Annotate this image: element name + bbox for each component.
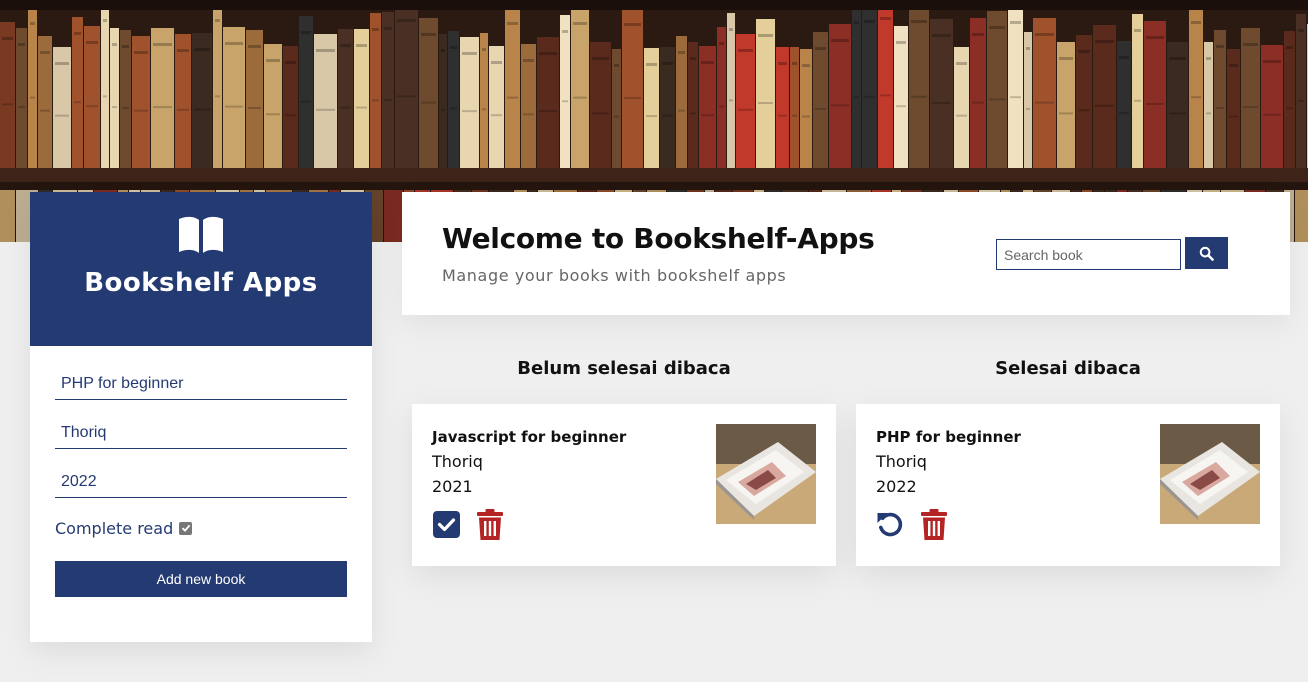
add-book-form: Complete read Add new book <box>30 346 372 597</box>
search-icon <box>1199 246 1214 261</box>
book-card: Javascript for beginner Thoriq 2021 <box>412 404 836 566</box>
search-input[interactable] <box>996 239 1181 270</box>
book-title: PHP for beginner <box>876 428 1021 446</box>
book-year: 2022 <box>876 477 917 496</box>
complete-read-checkbox[interactable] <box>179 521 193 535</box>
complete-read-row: Complete read <box>55 518 347 538</box>
book-title-input[interactable] <box>55 364 347 400</box>
trash-icon <box>477 508 503 540</box>
sidebar-header: Bookshelf Apps <box>30 192 372 346</box>
shelf-title-done: Selesai dibaca <box>995 358 1141 379</box>
mark-unread-button[interactable] <box>876 508 904 540</box>
shelf-title-unread: Belum selesai dibaca <box>517 358 731 379</box>
undo-icon <box>877 512 903 537</box>
book-year-input[interactable] <box>55 462 347 498</box>
book-actions <box>876 508 948 540</box>
book-author: Thoriq <box>432 452 483 471</box>
app-title: Bookshelf Apps <box>84 268 318 298</box>
search-button[interactable] <box>1185 237 1228 269</box>
book-author: Thoriq <box>876 452 927 471</box>
page-subtitle: Manage your books with bookshelf apps <box>442 266 787 285</box>
open-book-icon <box>179 216 223 253</box>
mark-complete-button[interactable] <box>432 508 460 540</box>
checkmark-icon <box>181 524 191 532</box>
trash-icon <box>921 508 947 540</box>
book-year: 2021 <box>432 477 473 496</box>
book-cover-image <box>716 424 816 524</box>
delete-book-button[interactable] <box>476 508 504 540</box>
complete-read-label: Complete read <box>55 518 174 538</box>
book-card: PHP for beginner Thoriq 2022 <box>856 404 1280 566</box>
check-square-icon <box>432 510 460 538</box>
book-cover-image <box>1160 424 1260 524</box>
add-book-button[interactable]: Add new book <box>55 561 347 597</box>
book-actions <box>432 508 504 540</box>
header-card: Welcome to Bookshelf-Apps Manage your bo… <box>402 192 1290 315</box>
sidebar: Bookshelf Apps Complete read Add new boo… <box>30 192 372 642</box>
delete-book-button[interactable] <box>920 508 948 540</box>
book-title: Javascript for beginner <box>432 428 627 446</box>
page-title: Welcome to Bookshelf-Apps <box>442 222 875 255</box>
book-author-input[interactable] <box>55 413 347 449</box>
